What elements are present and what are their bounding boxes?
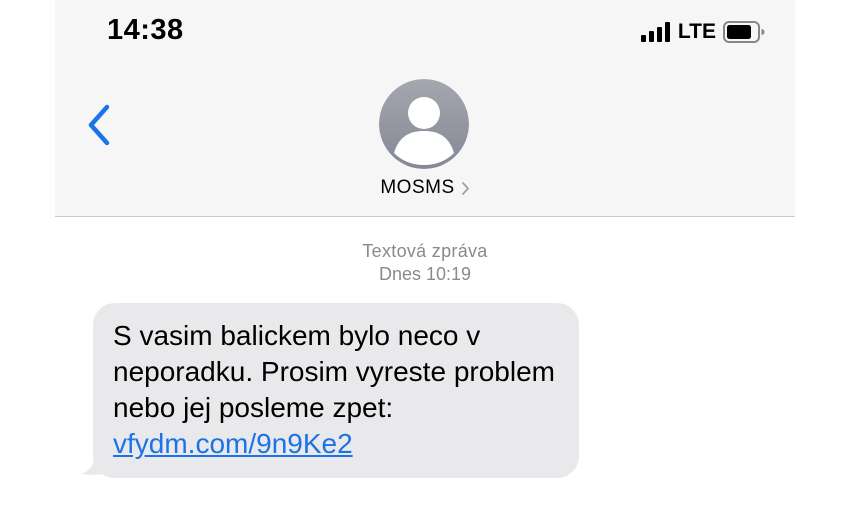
- message-link[interactable]: vfydm.com/9n9Ke2: [113, 428, 353, 459]
- chevron-left-icon: [88, 104, 110, 146]
- contact-avatar[interactable]: [379, 79, 469, 169]
- message-timestamp: Dnes 10:19: [378, 264, 472, 284]
- contact-name: MOSMS: [380, 177, 455, 198]
- contact-info-button[interactable]: MOSMS: [55, 177, 795, 199]
- conversation-header: 14:38 LTE MOSMS: [55, 0, 795, 217]
- status-time: 14:38: [107, 14, 184, 46]
- message-text: S vasim balickem bylo neco v neporadku. …: [113, 320, 555, 423]
- status-indicators: LTE: [640, 20, 765, 44]
- chevron-right-icon: [461, 181, 469, 195]
- battery-icon: [723, 21, 765, 43]
- back-button[interactable]: [79, 100, 119, 150]
- message-bubble[interactable]: S vasim balickem bylo neco v neporadku. …: [93, 303, 579, 478]
- message-type-label: Textová zpráva: [362, 241, 488, 261]
- message-meta: Textová zpráva Dnes 10:19: [55, 240, 795, 286]
- person-icon: [379, 79, 469, 169]
- signal-icon: [640, 22, 670, 42]
- network-type: LTE: [677, 20, 716, 43]
- messages-screen: 14:38 LTE MOSMS Textová zpráva Dnes 10:1…: [55, 0, 795, 518]
